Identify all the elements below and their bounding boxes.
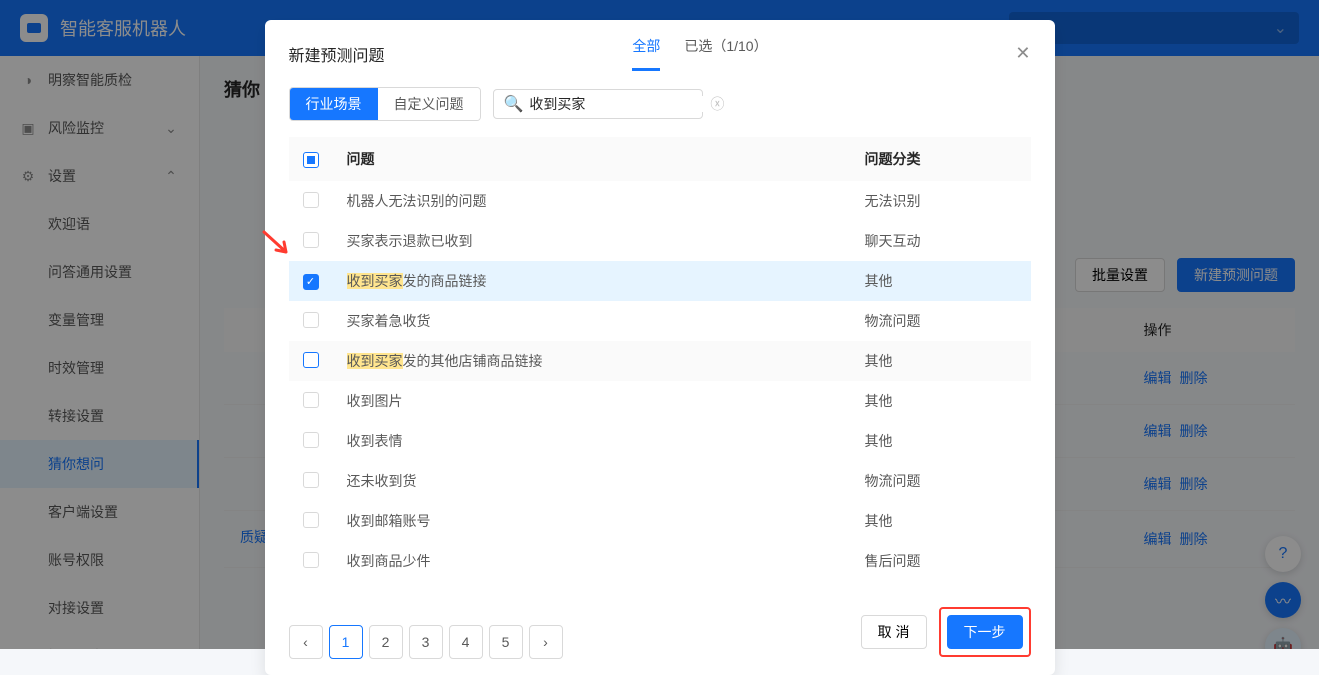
row-checkbox[interactable] [303, 192, 319, 208]
tab-custom[interactable]: 自定义问题 [378, 88, 480, 120]
category-cell: 其他 [851, 381, 1031, 421]
category-cell: 其他 [851, 501, 1031, 541]
table-row[interactable]: 收到表情 其他 [289, 421, 1031, 461]
tab-industry[interactable]: 行业场景 [290, 88, 378, 120]
question-text: 收到商品少件 [347, 553, 431, 569]
row-checkbox[interactable] [303, 274, 319, 290]
tab-selected[interactable]: 已选（1/10） [684, 36, 767, 71]
category-cell: 其他 [851, 421, 1031, 461]
new-question-modal: 新建预测问题 全部 已选（1/10） ✕ 行业场景 自定义问题 🔍 ⓧ 问题 问… [265, 20, 1055, 675]
question-text: 发的其他店铺商品链接 [403, 353, 543, 369]
row-checkbox[interactable] [303, 392, 319, 408]
table-row[interactable]: 收到买家发的商品链接其他 [289, 261, 1031, 301]
row-checkbox[interactable] [303, 552, 319, 568]
page-5[interactable]: 5 [489, 625, 523, 659]
category-cell: 售后问题 [851, 541, 1031, 581]
modal-title: 新建预测问题 [289, 42, 385, 66]
select-all-checkbox[interactable] [303, 152, 319, 168]
question-cell: 收到表情 [333, 421, 851, 461]
question-text: 还未收到货 [347, 473, 417, 489]
search-icon: 🔍 [504, 94, 524, 114]
page-1[interactable]: 1 [329, 625, 363, 659]
arrow-annotation [262, 230, 290, 264]
row-checkbox[interactable] [303, 352, 319, 368]
col-category: 问题分类 [851, 137, 1031, 181]
next-button[interactable]: 下一步 [947, 615, 1023, 649]
page-prev[interactable]: ‹ [289, 625, 323, 659]
col-question: 问题 [333, 137, 851, 181]
close-icon: ✕ [1015, 43, 1030, 63]
question-text: 收到图片 [347, 393, 403, 409]
search-input[interactable] [529, 96, 710, 112]
category-cell: 聊天互动 [851, 221, 1031, 261]
row-checkbox[interactable] [303, 312, 319, 328]
table-row[interactable]: 还未收到货 物流问题 [289, 461, 1031, 501]
category-cell: 无法识别 [851, 181, 1031, 221]
category-cell: 物流问题 [851, 301, 1031, 341]
row-checkbox[interactable] [303, 232, 319, 248]
table-row[interactable]: 机器人无法识别的问题 无法识别 [289, 181, 1031, 221]
pagination: ‹ 12345 › [289, 625, 563, 659]
question-text: 机器人无法识别的问题 [347, 193, 487, 209]
question-cell: 收到图片 [333, 381, 851, 421]
table-row[interactable]: 收到商品少件 售后问题 [289, 541, 1031, 581]
next-button-highlight: 下一步 [939, 607, 1031, 657]
row-checkbox[interactable] [303, 432, 319, 448]
table-row[interactable]: 收到邮箱账号 其他 [289, 501, 1031, 541]
table-row[interactable]: 收到买家发的其他店铺商品链接其他 [289, 341, 1031, 381]
question-cell: 机器人无法识别的问题 [333, 181, 851, 221]
cancel-button[interactable]: 取 消 [861, 615, 927, 649]
row-checkbox[interactable] [303, 472, 319, 488]
search-box: 🔍 ⓧ [493, 89, 703, 119]
category-cell: 其他 [851, 341, 1031, 381]
page-3[interactable]: 3 [409, 625, 443, 659]
question-cell: 收到商品少件 [333, 541, 851, 581]
clear-icon[interactable]: ⓧ [710, 94, 724, 114]
question-cell: 收到邮箱账号 [333, 501, 851, 541]
page-4[interactable]: 4 [449, 625, 483, 659]
question-text: 收到表情 [347, 433, 403, 449]
question-cell: 买家表示退款已收到 [333, 221, 851, 261]
table-row[interactable]: 买家表示退款已收到 聊天互动 [289, 221, 1031, 261]
highlight-text: 收到买家 [347, 273, 403, 289]
segment-tabs: 行业场景 自定义问题 [289, 87, 481, 121]
tab-all[interactable]: 全部 [632, 36, 660, 71]
category-cell: 物流问题 [851, 461, 1031, 501]
table-row[interactable]: 收到图片 其他 [289, 381, 1031, 421]
question-cell: 收到买家发的商品链接 [333, 261, 851, 301]
question-text: 买家表示退款已收到 [347, 233, 473, 249]
page-2[interactable]: 2 [369, 625, 403, 659]
chevron-right-icon: › [543, 634, 548, 650]
question-text: 买家着急收货 [347, 313, 431, 329]
table-row[interactable]: 买家着急收货 物流问题 [289, 301, 1031, 341]
question-cell: 收到买家发的其他店铺商品链接 [333, 341, 851, 381]
question-cell: 买家着急收货 [333, 301, 851, 341]
close-button[interactable]: ✕ [1015, 43, 1030, 64]
highlight-text: 收到买家 [347, 353, 403, 369]
page-next[interactable]: › [529, 625, 563, 659]
question-text: 收到邮箱账号 [347, 513, 431, 529]
question-text: 发的商品链接 [403, 273, 487, 289]
question-table: 问题 问题分类 机器人无法识别的问题无法识别买家表示退款已收到聊天互动收到买家发… [289, 137, 1031, 581]
question-cell: 还未收到货 [333, 461, 851, 501]
category-cell: 其他 [851, 261, 1031, 301]
chevron-left-icon: ‹ [303, 634, 308, 650]
row-checkbox[interactable] [303, 512, 319, 528]
